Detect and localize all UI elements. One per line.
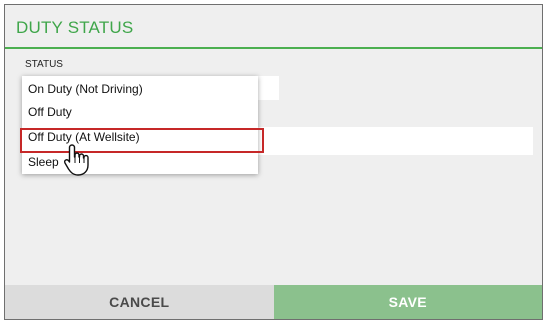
cancel-button[interactable]: CANCEL — [5, 285, 274, 319]
save-button[interactable]: SAVE — [273, 285, 542, 319]
dialog-footer: CANCEL SAVE — [5, 285, 542, 319]
duty-status-dialog: DUTY STATUS STATUS On Duty (Not Driving)… — [4, 4, 543, 320]
status-select-field[interactable] — [257, 76, 279, 100]
option-on-duty-not-driving[interactable]: On Duty (Not Driving) — [28, 82, 143, 96]
hand-pointer-icon — [63, 144, 89, 176]
dialog-header: DUTY STATUS — [5, 5, 542, 49]
selected-option-highlight — [20, 128, 264, 153]
dialog-title: DUTY STATUS — [16, 18, 134, 37]
status-dropdown-list: On Duty (Not Driving) Off Duty Off Duty … — [22, 76, 258, 174]
status-label: STATUS — [25, 59, 63, 70]
option-sleep[interactable]: Sleep — [28, 155, 59, 169]
text-field[interactable] — [257, 127, 533, 155]
option-off-duty[interactable]: Off Duty — [28, 105, 72, 119]
